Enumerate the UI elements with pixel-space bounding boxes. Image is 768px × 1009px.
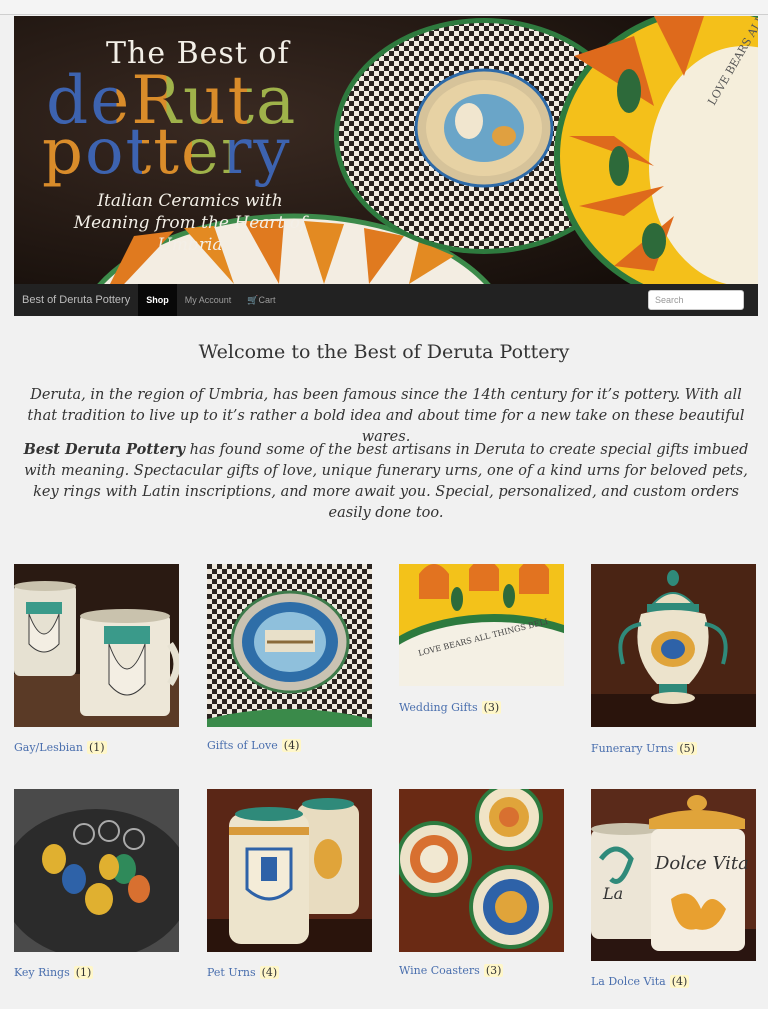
category-image-gay-lesbian[interactable] — [14, 564, 179, 727]
main-navbar: Best of Deruta Pottery Shop My Account 🛒… — [14, 284, 758, 316]
dolce-vita-text: Dolce Vita — [654, 853, 749, 874]
search-input[interactable]: Search — [648, 290, 744, 310]
category-name: Key Rings — [14, 966, 70, 979]
category-link-la-dolce-vita[interactable]: La Dolce Vita (4) — [591, 975, 690, 988]
category-count: (4) — [669, 975, 690, 988]
category-image-wedding-gifts[interactable]: LOVE BEARS ALL THINGS BELI — [399, 564, 564, 686]
category-tile-gifts-of-love[interactable] — [207, 564, 372, 727]
category-image-wine-coasters[interactable] — [399, 789, 564, 952]
category-tile-wedding-gifts[interactable]: LOVE BEARS ALL THINGS BELI — [399, 564, 564, 686]
category-name: La Dolce Vita — [591, 975, 666, 988]
nav-brand-link[interactable]: Best of Deruta Pottery — [14, 284, 138, 316]
category-tile-la-dolce-vita[interactable]: Dolce Vita La — [591, 789, 756, 961]
category-image-la-dolce-vita[interactable]: Dolce Vita La — [591, 789, 756, 961]
category-count: (4) — [259, 966, 280, 979]
header-banner[interactable]: LOVE BEARS ALL THINGS The Best of deRuta… — [14, 16, 758, 284]
nav-item-my-account[interactable]: My Account — [177, 284, 240, 316]
category-tile-pet-urns[interactable] — [207, 789, 372, 952]
logo-pottery-text: pottery — [42, 115, 292, 189]
category-tile-gay-lesbian[interactable] — [14, 564, 179, 727]
tagline-line-1: Italian Ceramics with — [97, 191, 283, 211]
nav-item-cart[interactable]: 🛒Cart — [239, 284, 283, 316]
category-name: Wine Coasters — [399, 964, 480, 977]
intro-brand-bold: Best Deruta Pottery — [23, 441, 186, 458]
category-count: (3) — [483, 964, 504, 977]
category-name: Pet Urns — [207, 966, 256, 979]
category-link-key-rings[interactable]: Key Rings (1) — [14, 966, 94, 979]
category-link-wedding-gifts[interactable]: Wedding Gifts (3) — [399, 701, 502, 714]
page-title: Welcome to the Best of Deruta Pottery — [198, 341, 570, 363]
nav-item-cart-label: Cart — [258, 295, 276, 305]
category-name: Gay/Lesbian — [14, 741, 83, 754]
category-count: (3) — [481, 701, 502, 714]
category-image-gifts-of-love[interactable] — [207, 564, 372, 727]
category-image-key-rings[interactable] — [14, 789, 179, 952]
category-image-funerary-urns[interactable] — [591, 564, 756, 727]
category-link-gifts-of-love[interactable]: Gifts of Love (4) — [207, 739, 302, 752]
category-link-funerary-urns[interactable]: Funerary Urns (5) — [591, 742, 697, 755]
category-name: Wedding Gifts — [399, 701, 478, 714]
category-link-pet-urns[interactable]: Pet Urns (4) — [207, 966, 280, 979]
intro-paragraph-2: Best Deruta Pottery has found some of th… — [16, 439, 756, 524]
category-name: Gifts of Love — [207, 739, 278, 752]
category-link-wine-coasters[interactable]: Wine Coasters (3) — [399, 964, 504, 977]
nav-item-shop[interactable]: Shop — [138, 284, 177, 316]
category-tile-wine-coasters[interactable] — [399, 789, 564, 952]
category-count: (1) — [73, 966, 94, 979]
category-image-pet-urns[interactable] — [207, 789, 372, 952]
logo-tagline: Italian Ceramics with Meaning from the H… — [40, 190, 340, 256]
cart-icon: 🛒 — [247, 295, 259, 305]
category-tile-key-rings[interactable] — [14, 789, 179, 952]
category-count: (5) — [677, 742, 697, 755]
browser-top-strip — [0, 0, 768, 15]
la-text: La — [602, 884, 623, 903]
logo-pottery: pottery — [42, 120, 292, 184]
category-tile-funerary-urns[interactable] — [591, 564, 756, 727]
category-link-gay-lesbian[interactable]: Gay/Lesbian (1) — [14, 741, 107, 754]
category-count: (4) — [281, 739, 302, 752]
category-name: Funerary Urns — [591, 742, 674, 755]
tagline-line-2: Meaning from the Heart of Umbria — [73, 213, 307, 255]
category-count: (1) — [86, 741, 107, 754]
